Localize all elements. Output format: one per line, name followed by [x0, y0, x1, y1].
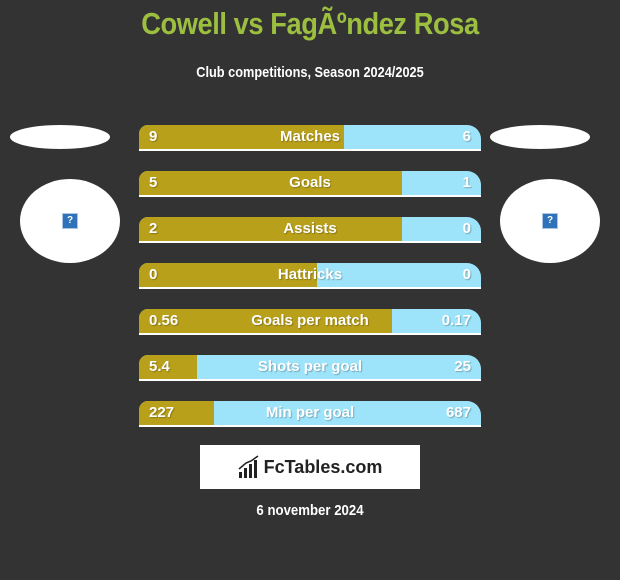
right-value: 687: [445, 404, 471, 421]
stat-row-hattricks: 0 Hattricks 0: [139, 263, 481, 289]
stat-row-matches: 9 Matches 6: [139, 125, 481, 151]
stat-row-goals-per-match: 0.56 Goals per match 0.17: [139, 309, 481, 335]
date-label: 6 november 2024: [256, 502, 364, 519]
right-value: 0: [462, 220, 471, 237]
right-value: 6: [462, 128, 471, 145]
stat-label: Goals: [289, 174, 331, 191]
right-player-name-placeholder: [490, 125, 590, 149]
page-title: Cowell vs FagÃºndez Rosa: [141, 6, 479, 41]
stat-label: Min per goal: [265, 404, 355, 421]
right-value: 0: [462, 266, 471, 283]
stat-row-min-per-goal: 227 Min per goal 687: [139, 401, 481, 427]
right-value: 1: [462, 174, 471, 191]
stat-label: Hattricks: [277, 266, 343, 283]
brand-name: FcTables.com: [263, 456, 383, 477]
right-team-logo: ?: [500, 179, 600, 263]
stat-label: Shots per goal: [257, 358, 363, 375]
bar-chart-icon: [238, 455, 259, 478]
fctables-logo[interactable]: FcTables.com: [200, 445, 420, 489]
stat-label: Assists: [283, 220, 337, 237]
broken-image-icon: ?: [62, 213, 78, 229]
left-player-name-placeholder: [10, 125, 110, 149]
right-value: 0.17: [441, 312, 471, 329]
season-subtitle: Club competitions, Season 2024/2025: [196, 64, 424, 81]
left-team-logo: ?: [20, 179, 120, 263]
stat-row-goals: 5 Goals 1: [139, 171, 481, 197]
right-value: 25: [454, 358, 471, 375]
stat-label: Goals per match: [251, 312, 369, 329]
broken-image-icon: ?: [542, 213, 558, 229]
stat-row-assists: 2 Assists 0: [139, 217, 481, 243]
stat-row-shots-per-goal: 5.4 Shots per goal 25: [139, 355, 481, 381]
stat-label: Matches: [279, 128, 341, 145]
